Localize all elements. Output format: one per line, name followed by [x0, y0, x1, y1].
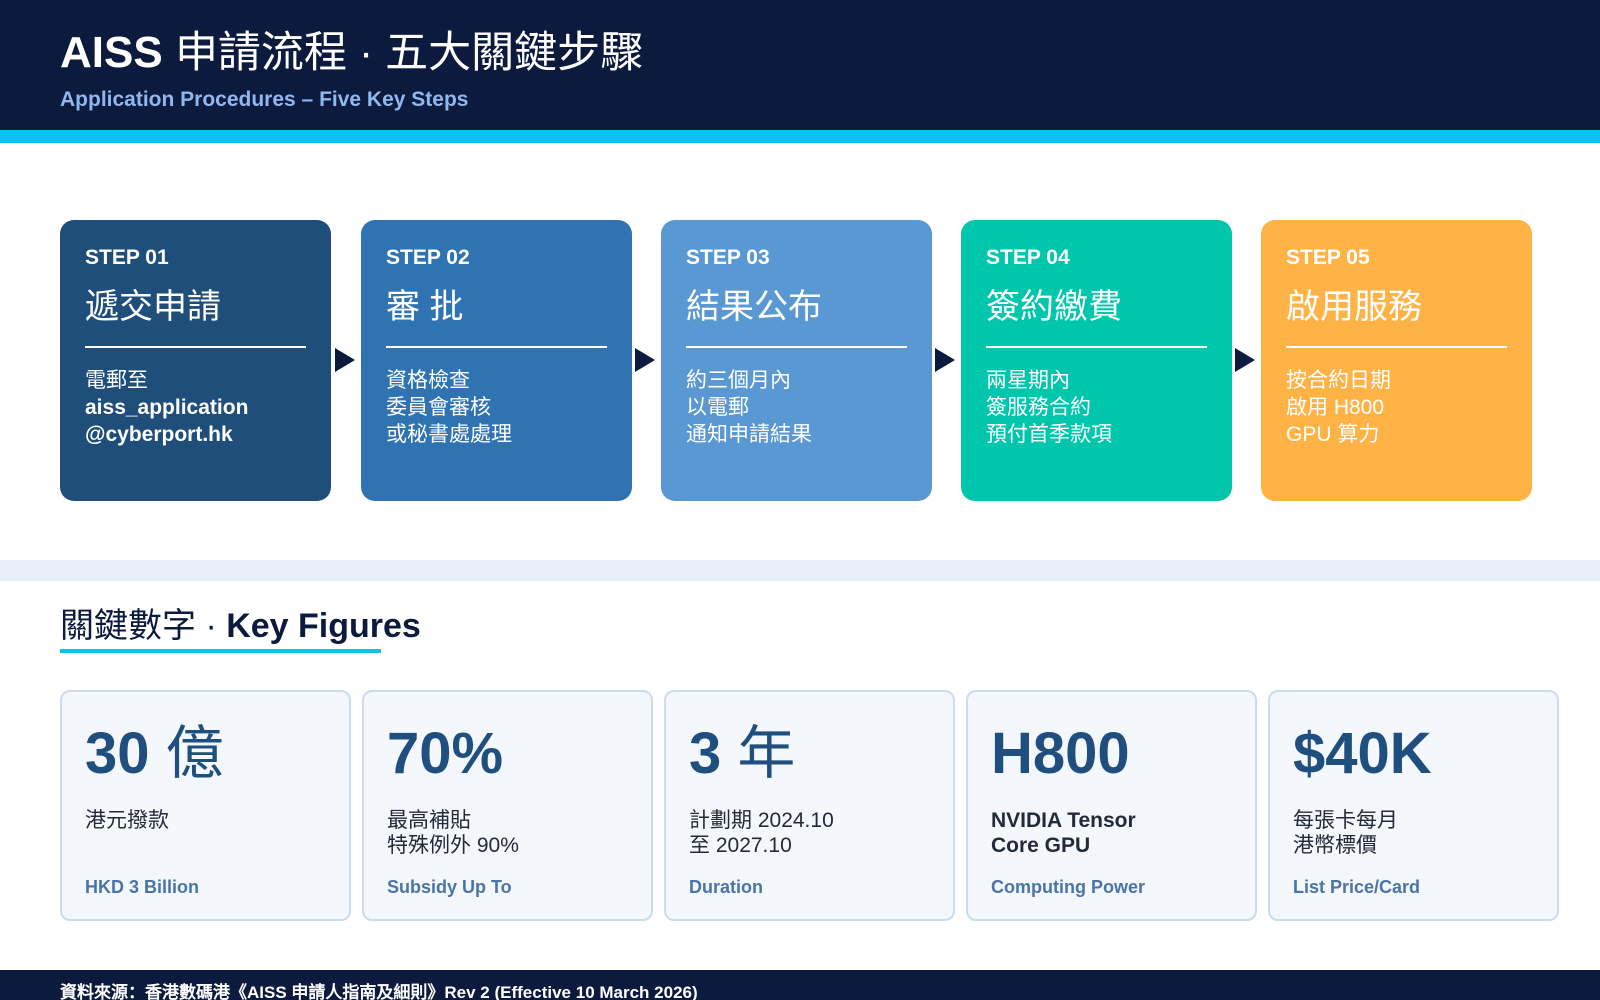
figure-caption: Duration — [689, 877, 763, 897]
figure-card-gpu: H800 NVIDIA Tensor Core GPU Computing Po… — [966, 690, 1257, 921]
step-desc-line: 啟用 H800 — [1286, 396, 1385, 419]
figure-unit: 億 — [149, 721, 224, 786]
figure-desc-line: 特殊例外 90% — [387, 834, 519, 857]
step-desc-line: 資格檢查 — [386, 369, 470, 392]
step-desc-line: @cyberport.hk — [85, 423, 233, 446]
figure-caption: Computing Power — [991, 877, 1145, 897]
step-divider — [686, 346, 907, 348]
step-label: STEP 04 — [986, 246, 1070, 269]
figure-desc-line: Core GPU — [991, 834, 1091, 857]
figure-number: 3 — [689, 721, 722, 786]
figure-description: 港元撥款 — [85, 808, 169, 833]
figure-desc-line: 至 2027.10 — [689, 834, 792, 857]
step-desc-line: 以電郵 — [686, 396, 749, 419]
figure-value: $40K — [1293, 722, 1432, 786]
step-desc-line: 或秘書處處理 — [386, 423, 512, 446]
step-desc-line: 按合約日期 — [1286, 369, 1391, 392]
figure-desc-line: 每張卡每月 — [1293, 809, 1398, 832]
figure-value: 70% — [387, 722, 503, 786]
key-figures-heading: 關鍵數字 · Key Figures — [60, 605, 421, 647]
page-title-zh: 申請流程 · 五大關鍵步驟 — [174, 29, 644, 77]
figure-caption: List Price/Card — [1293, 877, 1421, 897]
step-description: 資格檢查 委員會審核 或秘書處處理 — [386, 367, 607, 448]
figure-desc-line: 計劃期 2024.10 — [689, 809, 834, 832]
header-accent-bar — [0, 130, 1600, 143]
step-divider — [386, 346, 607, 348]
step-title: 結果公布 — [686, 288, 822, 326]
step-divider — [986, 346, 1207, 348]
figure-value: 3 年 — [689, 722, 795, 786]
step-desc-line: 委員會審核 — [386, 396, 491, 419]
page-footer: 資料來源：香港數碼港《AISS 申請人指南及細則》Rev 2 (Effectiv… — [0, 970, 1600, 1000]
step-description: 約三個月內 以電郵 通知申請結果 — [686, 367, 907, 448]
figure-description: 最高補貼 特殊例外 90% — [387, 808, 519, 858]
arrow-right-icon — [935, 348, 955, 372]
step-card-4: STEP 04 簽約繳費 兩星期內 簽服務合約 預付首季款項 — [961, 220, 1232, 501]
key-figures-row: 30 億 港元撥款 HKD 3 Billion 70% 最高補貼 特殊例外 90… — [60, 690, 1560, 921]
figure-number: 30 — [85, 721, 150, 786]
figure-number: 70% — [387, 721, 504, 786]
figure-description: 計劃期 2024.10 至 2027.10 — [689, 808, 834, 858]
arrow-right-icon — [335, 348, 355, 372]
key-figures-heading-en: Key Figures — [226, 607, 421, 645]
figure-card-subsidy: 70% 最高補貼 特殊例外 90% Subsidy Up To — [362, 690, 653, 921]
step-description: 兩星期內 簽服務合約 預付首季款項 — [986, 367, 1207, 448]
step-card-3: STEP 03 結果公布 約三個月內 以電郵 通知申請結果 — [661, 220, 932, 501]
figure-card-price: $40K 每張卡每月 港幣標價 List Price/Card — [1268, 690, 1559, 921]
figure-desc-line: 最高補貼 — [387, 809, 471, 832]
step-desc-line: aiss_application — [85, 396, 249, 419]
step-desc-line: 兩星期內 — [986, 369, 1070, 392]
step-desc-line: 通知申請結果 — [686, 423, 812, 446]
page-header: AISS 申請流程 · 五大關鍵步驟 Application Procedure… — [0, 0, 1600, 130]
figure-number: H800 — [991, 721, 1130, 786]
step-desc-line: 約三個月內 — [686, 369, 791, 392]
page-subtitle: Application Procedures – Five Key Steps — [60, 88, 469, 111]
figure-card-duration: 3 年 計劃期 2024.10 至 2027.10 Duration — [664, 690, 955, 921]
page-title: AISS 申請流程 · 五大關鍵步驟 — [60, 26, 643, 80]
step-card-1: STEP 01 遞交申請 電郵至 aiss_application @cyber… — [60, 220, 331, 501]
step-desc-line: 預付首季款項 — [986, 423, 1112, 446]
arrow-right-icon — [1235, 348, 1255, 372]
figure-desc-line: 港幣標價 — [1293, 834, 1377, 857]
figure-description: NVIDIA Tensor Core GPU — [991, 808, 1136, 858]
step-label: STEP 03 — [686, 246, 770, 269]
figure-caption: HKD 3 Billion — [85, 877, 200, 897]
figure-number: $40K — [1293, 721, 1432, 786]
step-title: 簽約繳費 — [986, 288, 1122, 326]
step-desc-line: 電郵至 — [85, 369, 148, 392]
step-title: 啟用服務 — [1286, 288, 1422, 326]
step-card-2: STEP 02 審 批 資格檢查 委員會審核 或秘書處處理 — [361, 220, 632, 501]
figure-desc-line: 港元撥款 — [85, 809, 169, 832]
step-title: 審 批 — [386, 288, 464, 326]
step-title: 遞交申請 — [85, 288, 221, 326]
step-label: STEP 05 — [1286, 246, 1370, 269]
arrow-right-icon — [635, 348, 655, 372]
step-description: 電郵至 aiss_application @cyberport.hk — [85, 367, 306, 448]
figure-desc-line: NVIDIA Tensor — [991, 809, 1136, 832]
steps-row: STEP 01 遞交申請 電郵至 aiss_application @cyber… — [60, 220, 1540, 501]
figure-card-funding: 30 億 港元撥款 HKD 3 Billion — [60, 690, 351, 921]
figure-unit: 年 — [721, 721, 796, 786]
step-label: STEP 02 — [386, 246, 470, 269]
source-note: 資料來源：香港數碼港《AISS 申請人指南及細則》Rev 2 (Effectiv… — [60, 983, 698, 1000]
figure-caption: Subsidy Up To — [387, 877, 512, 897]
step-desc-line: GPU 算力 — [1286, 423, 1380, 446]
heading-underline — [60, 649, 381, 653]
section-divider — [0, 560, 1600, 581]
figure-value: 30 億 — [85, 722, 224, 786]
step-divider — [1286, 346, 1507, 348]
figure-value: H800 — [991, 722, 1130, 786]
key-figures-heading-zh: 關鍵數字 · — [60, 607, 227, 645]
step-label: STEP 01 — [85, 246, 169, 269]
step-card-5: STEP 05 啟用服務 按合約日期 啟用 H800 GPU 算力 — [1261, 220, 1532, 501]
page-title-en: AISS — [60, 28, 163, 77]
step-description: 按合約日期 啟用 H800 GPU 算力 — [1286, 367, 1507, 448]
figure-description: 每張卡每月 港幣標價 — [1293, 808, 1398, 858]
step-desc-line: 簽服務合約 — [986, 396, 1091, 419]
step-divider — [85, 346, 306, 348]
